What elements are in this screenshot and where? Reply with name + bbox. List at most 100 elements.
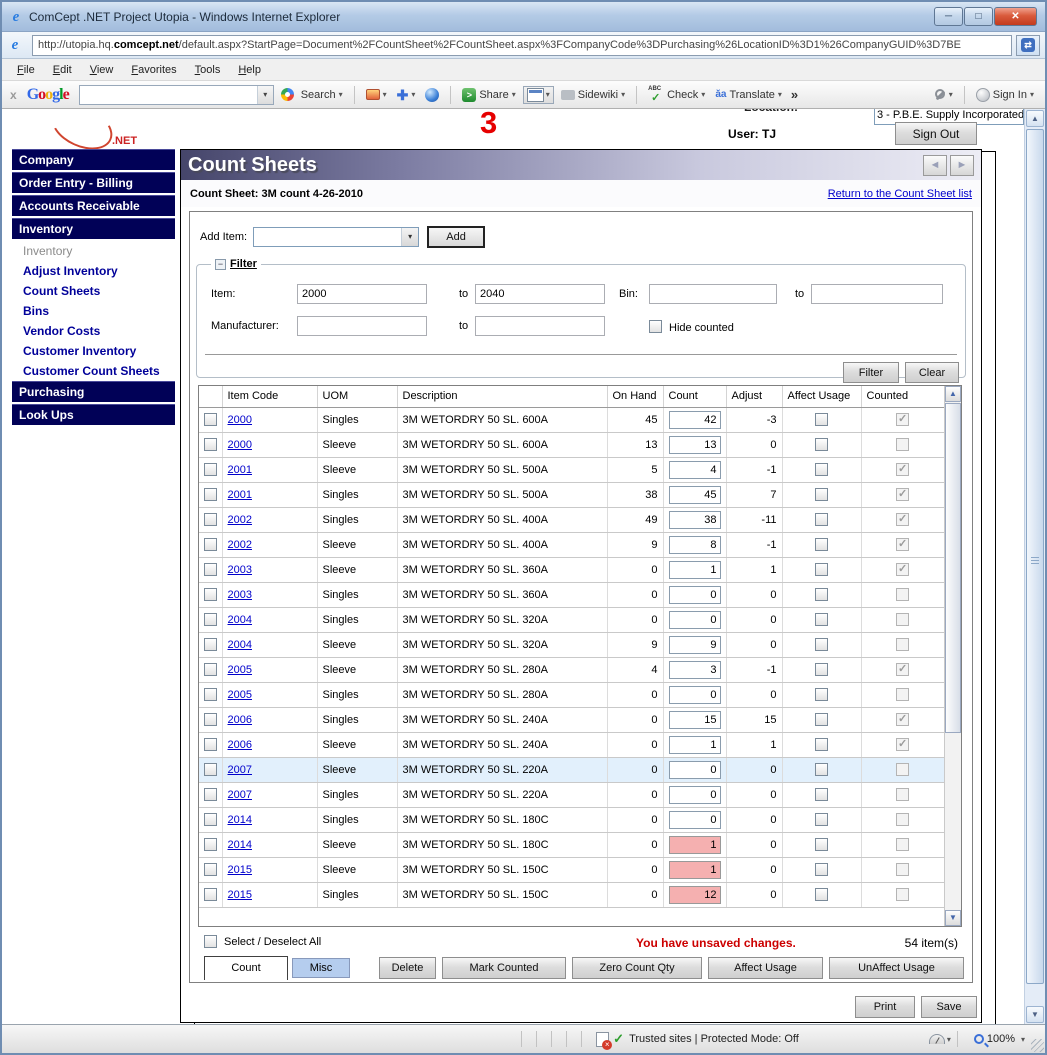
item-code-link[interactable]: 2002 <box>228 539 252 551</box>
menu-favorites[interactable]: Favorites <box>122 61 185 79</box>
row-select-checkbox[interactable] <box>204 663 217 676</box>
toolbar-close-icon[interactable]: x <box>10 88 17 102</box>
sign-out-button[interactable]: Sign Out <box>895 122 977 145</box>
chevron-down-icon[interactable]: ▾ <box>947 1035 951 1044</box>
mark-counted-button[interactable]: Mark Counted <box>442 957 566 979</box>
next-page-button[interactable]: ► <box>950 155 974 176</box>
affect-usage-checkbox[interactable] <box>815 888 828 901</box>
count-input[interactable] <box>669 636 721 654</box>
affect-usage-checkbox[interactable] <box>815 488 828 501</box>
affect-usage-checkbox[interactable] <box>815 663 828 676</box>
filter-button[interactable]: Filter <box>843 362 899 383</box>
row-select-checkbox[interactable] <box>204 638 217 651</box>
affect-usage-checkbox[interactable] <box>815 788 828 801</box>
count-input[interactable] <box>669 461 721 479</box>
row-select-checkbox[interactable] <box>204 888 217 901</box>
toolbar-signin-button[interactable]: Sign In▾ <box>973 86 1037 104</box>
manufacturer-from-input[interactable] <box>297 316 427 336</box>
manufacturer-to-input[interactable] <box>475 316 605 336</box>
sidebar-item-accounts-receivable[interactable]: Accounts Receivable <box>12 195 175 216</box>
sidebar-item-adjust-inventory[interactable]: Adjust Inventory <box>12 261 175 281</box>
item-from-input[interactable] <box>297 284 427 304</box>
affect-usage-checkbox[interactable] <box>815 538 828 551</box>
affect-usage-checkbox[interactable] <box>815 563 828 576</box>
count-input[interactable] <box>669 511 721 529</box>
gauge-icon[interactable] <box>929 1034 945 1044</box>
row-select-checkbox[interactable] <box>204 613 217 626</box>
item-code-link[interactable]: 2006 <box>228 739 252 751</box>
print-button[interactable]: Print <box>855 996 915 1018</box>
item-code-link[interactable]: 2003 <box>228 564 252 576</box>
sidebar-item-customer-count-sheets[interactable]: Customer Count Sheets <box>12 361 175 381</box>
sidebar-item-look-ups[interactable]: Look Ups <box>12 404 175 425</box>
count-input[interactable] <box>669 486 721 504</box>
count-input[interactable] <box>669 611 721 629</box>
menu-help[interactable]: Help <box>229 61 270 79</box>
toolbar-sidewiki-button[interactable]: Sidewiki▾ <box>558 87 628 103</box>
row-select-checkbox[interactable] <box>204 513 217 526</box>
item-code-link[interactable]: 2002 <box>228 514 252 526</box>
affect-usage-checkbox[interactable] <box>815 413 828 426</box>
row-select-checkbox[interactable] <box>204 588 217 601</box>
row-select-checkbox[interactable] <box>204 788 217 801</box>
sidebar-item-inventory[interactable]: Inventory <box>12 218 175 239</box>
row-select-checkbox[interactable] <box>204 688 217 701</box>
row-select-checkbox[interactable] <box>204 863 217 876</box>
zoom-icon[interactable] <box>974 1034 984 1044</box>
collapse-icon[interactable]: − <box>215 259 226 270</box>
toolbar-search-button[interactable]: Search▾ <box>278 86 346 103</box>
count-input[interactable] <box>669 436 721 454</box>
row-select-checkbox[interactable] <box>204 738 217 751</box>
scrollbar-thumb[interactable] <box>945 403 961 733</box>
toolbar-add-button[interactable]: ✚▾ <box>394 86 419 104</box>
unaffect-usage-button[interactable]: UnAffect Usage <box>829 957 964 979</box>
item-code-link[interactable]: 2006 <box>228 714 252 726</box>
row-select-checkbox[interactable] <box>204 413 217 426</box>
toolbar-translate-button[interactable]: ăaTranslate▾ <box>712 87 785 103</box>
item-code-link[interactable]: 2001 <box>228 464 252 476</box>
toolbar-photos-button[interactable]: ▾ <box>363 87 390 102</box>
affect-usage-button[interactable]: Affect Usage <box>708 957 823 979</box>
count-input[interactable] <box>669 836 721 854</box>
zero-count-qty-button[interactable]: Zero Count Qty <box>572 957 702 979</box>
row-select-checkbox[interactable] <box>204 763 217 776</box>
affect-usage-checkbox[interactable] <box>815 738 828 751</box>
toolbar-earth-button[interactable] <box>422 86 442 104</box>
sidebar-item-company[interactable]: Company <box>12 149 175 170</box>
count-input[interactable] <box>669 886 721 904</box>
count-input[interactable] <box>669 686 721 704</box>
count-input[interactable] <box>669 736 721 754</box>
grid-scrollbar[interactable]: ▲ ▼ <box>944 386 961 926</box>
toolbar-layout-button[interactable]: ▾ <box>523 86 554 104</box>
count-input[interactable] <box>669 811 721 829</box>
zoom-level[interactable]: 100% <box>987 1033 1015 1045</box>
count-input[interactable] <box>669 561 721 579</box>
search-history-dropdown-icon[interactable]: ▾ <box>257 86 273 104</box>
scroll-down-icon[interactable]: ▼ <box>945 910 961 926</box>
affect-usage-checkbox[interactable] <box>815 688 828 701</box>
maximize-button[interactable]: □ <box>964 7 993 26</box>
select-all-checkbox[interactable] <box>204 935 217 948</box>
sidebar-item-bins[interactable]: Bins <box>12 301 175 321</box>
bin-to-input[interactable] <box>811 284 943 304</box>
row-select-checkbox[interactable] <box>204 463 217 476</box>
affect-usage-checkbox[interactable] <box>815 713 828 726</box>
affect-usage-checkbox[interactable] <box>815 613 828 626</box>
affect-usage-checkbox[interactable] <box>815 838 828 851</box>
sidebar-item-count-sheets[interactable]: Count Sheets <box>12 281 175 301</box>
count-input[interactable] <box>669 711 721 729</box>
tab-count[interactable]: Count <box>204 956 288 980</box>
scroll-up-icon[interactable]: ▲ <box>945 386 961 402</box>
affect-usage-checkbox[interactable] <box>815 588 828 601</box>
compatibility-button[interactable]: ⇄ <box>1016 35 1040 56</box>
count-input[interactable] <box>669 661 721 679</box>
add-item-select[interactable]: ▾ <box>253 227 419 247</box>
row-select-checkbox[interactable] <box>204 838 217 851</box>
row-select-checkbox[interactable] <box>204 813 217 826</box>
minimize-button[interactable]: ─ <box>934 7 963 26</box>
affect-usage-checkbox[interactable] <box>815 813 828 826</box>
affect-usage-checkbox[interactable] <box>815 863 828 876</box>
close-button[interactable]: ✕ <box>994 7 1037 26</box>
sidebar-item-purchasing[interactable]: Purchasing <box>12 381 175 402</box>
toolbar-settings-button[interactable]: ▾ <box>931 87 956 103</box>
